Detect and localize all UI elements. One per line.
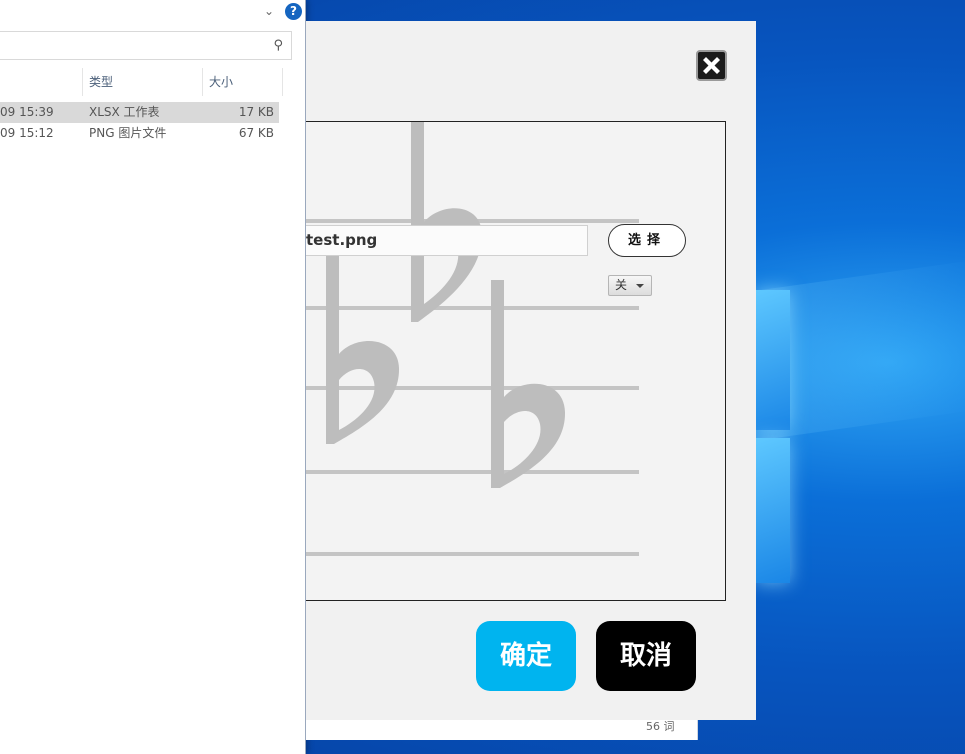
word-count: 56 词: [646, 720, 675, 733]
file-type: XLSX 工作表: [89, 105, 160, 119]
search-icon[interactable]: ⚲: [273, 38, 283, 53]
column-separator[interactable]: [282, 68, 283, 96]
column-separator[interactable]: [82, 68, 83, 96]
file-row[interactable]: 09 15:39 XLSX 工作表 17 KB: [0, 102, 279, 123]
file-type: PNG 图片文件: [89, 126, 167, 140]
windows-logo-pane: [755, 438, 790, 583]
status-bar: 56 词: [306, 720, 698, 740]
file-size: 67 KB: [238, 126, 274, 140]
column-header-type[interactable]: 类型: [89, 68, 199, 96]
explorer-ribbon: ⌄ ?: [0, 0, 305, 24]
music-flat-logo: [306, 122, 639, 556]
file-modified: 09 15:39: [0, 105, 54, 119]
dropdown-value: 关: [615, 278, 628, 292]
ok-button[interactable]: 确定: [476, 621, 576, 691]
content-panel: test.png 选择 关: [306, 121, 726, 601]
search-box[interactable]: ⚲: [0, 31, 292, 60]
help-icon[interactable]: ?: [285, 3, 302, 20]
file-path-field[interactable]: test.png: [306, 225, 588, 256]
option-dropdown[interactable]: 关: [608, 275, 652, 296]
chevron-down-icon[interactable]: ⌄: [264, 4, 278, 18]
select-file-button[interactable]: 选择: [608, 224, 686, 257]
close-icon: [703, 57, 720, 74]
file-size: 17 KB: [238, 105, 274, 119]
file-explorer-window: ⌄ ? ⚲ 类型 大小 09 15:39 XLSX 工作表 17 KB 09 1…: [0, 0, 306, 754]
close-button[interactable]: [696, 50, 727, 81]
column-separator[interactable]: [202, 68, 203, 96]
file-row[interactable]: 09 15:12 PNG 图片文件 67 KB: [0, 123, 279, 144]
windows-logo-pane: [755, 290, 790, 430]
file-modified: 09 15:12: [0, 126, 54, 140]
file-select-dialog: test.png 选择 关 确定 取消: [306, 21, 756, 720]
cancel-button[interactable]: 取消: [596, 621, 696, 691]
chevron-down-icon: [636, 284, 644, 288]
column-header-size[interactable]: 大小: [209, 68, 279, 96]
